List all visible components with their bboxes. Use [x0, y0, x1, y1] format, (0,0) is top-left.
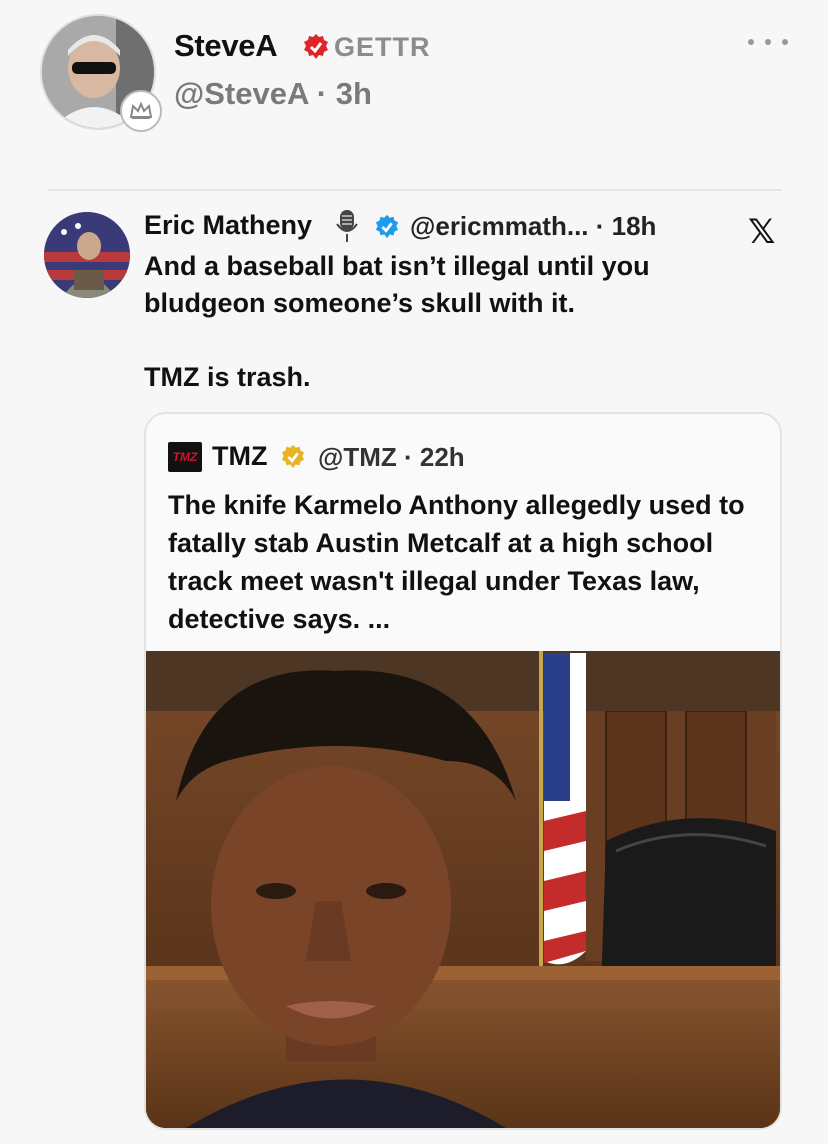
avatar-photo-icon: [44, 212, 130, 298]
verified-badge-icon: [374, 214, 400, 245]
verified-gold-badge-icon: [280, 444, 306, 475]
verified-badge-icon: [302, 33, 330, 66]
quoted-handle-time[interactable]: @TMZ · 22h: [318, 442, 465, 473]
embedded-author-avatar[interactable]: [44, 212, 130, 298]
more-dot: [748, 39, 754, 45]
crown-badge-icon: [120, 90, 162, 132]
embedded-x-post[interactable]: Eric Matheny @ericmmath... · 18h 𝕏 And a…: [40, 192, 790, 1142]
author-handle-time[interactable]: @SteveA · 3h: [174, 76, 372, 112]
post-text-line: TMZ is trash.: [144, 362, 311, 392]
embedded-author-name[interactable]: Eric Matheny: [144, 210, 312, 241]
post-text-line: And a baseball bat isn’t illegal until y…: [144, 251, 650, 318]
more-dot: [765, 39, 771, 45]
more-dot: [782, 39, 788, 45]
platform-label: GETTR: [334, 32, 431, 62]
quoted-author-name[interactable]: TMZ: [212, 441, 267, 472]
x-logo-icon[interactable]: 𝕏: [748, 212, 775, 252]
divider: [48, 189, 782, 191]
microphone-icon: [334, 208, 360, 249]
embedded-post-text: And a baseball bat isn’t illegal until y…: [144, 248, 764, 396]
quoted-post-text: The knife Karmelo Anthony allegedly used…: [168, 490, 745, 634]
quoted-media-photo[interactable]: [146, 651, 780, 1128]
embedded-handle-time[interactable]: @ericmmath... · 18h: [410, 211, 656, 242]
author-name[interactable]: SteveA: [174, 28, 278, 64]
photo-icon: [146, 651, 780, 1128]
more-options-button[interactable]: [748, 30, 788, 54]
quoted-post-card[interactable]: TMZ TMZ @TMZ · 22h The knife Karmelo Ant…: [144, 412, 782, 1130]
tmz-logo-icon: TMZ: [168, 442, 202, 472]
gettr-post-header: SteveA GETTR @SteveA · 3h: [0, 0, 828, 190]
